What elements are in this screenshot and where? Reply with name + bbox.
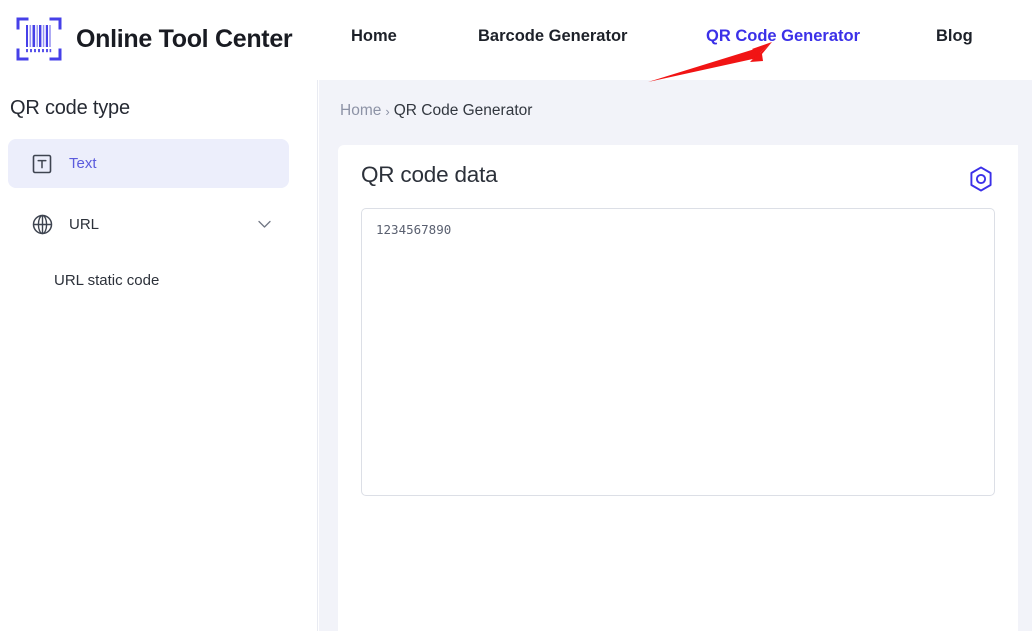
breadcrumb-link-home[interactable]: Home [340, 102, 381, 120]
sidebar-item-url[interactable]: URL [8, 200, 289, 249]
nav-item-home[interactable]: Home [351, 27, 397, 46]
qr-type-sidebar: QR code type Text URL URL static code [0, 80, 318, 631]
nav-item-qr-code-generator[interactable]: QR Code Generator [706, 27, 860, 46]
nav-item-blog[interactable]: Blog [936, 27, 973, 46]
brand-name: Online Tool Center [76, 24, 293, 53]
qr-data-card: QR code data [338, 145, 1018, 631]
breadcrumb: Home › QR Code Generator [340, 102, 532, 120]
main-navigation: Home Barcode Generator QR Code Generator… [340, 0, 1032, 80]
hex-nut-settings-icon[interactable] [966, 164, 996, 194]
nav-item-barcode-generator[interactable]: Barcode Generator [478, 27, 627, 46]
page-root: Online Tool Center Home Barcode Generato… [0, 0, 1032, 631]
barcode-scan-icon [14, 14, 64, 64]
breadcrumb-current-page: QR Code Generator [393, 102, 533, 119]
brand-logo-group[interactable]: Online Tool Center [14, 14, 293, 64]
sidebar-item-text[interactable]: Text [8, 139, 289, 188]
qr-code-data-input[interactable] [361, 208, 995, 496]
text-box-icon [30, 152, 54, 176]
sidebar-subitem-url-static-code[interactable]: URL static code [54, 272, 159, 289]
sidebar-item-url-label: URL [69, 216, 100, 233]
site-header: Online Tool Center Home Barcode Generato… [0, 0, 1032, 80]
chevron-down-icon[interactable] [257, 218, 271, 232]
breadcrumb-separator-icon: › [385, 103, 390, 119]
sidebar-title: QR code type [10, 97, 130, 119]
sidebar-item-text-label: Text [69, 155, 97, 172]
globe-icon [30, 213, 54, 237]
page-scrollbar-track[interactable] [1018, 80, 1032, 631]
main-content-area: Home › QR Code Generator QR code data [319, 80, 1018, 631]
card-title: QR code data [361, 162, 498, 187]
